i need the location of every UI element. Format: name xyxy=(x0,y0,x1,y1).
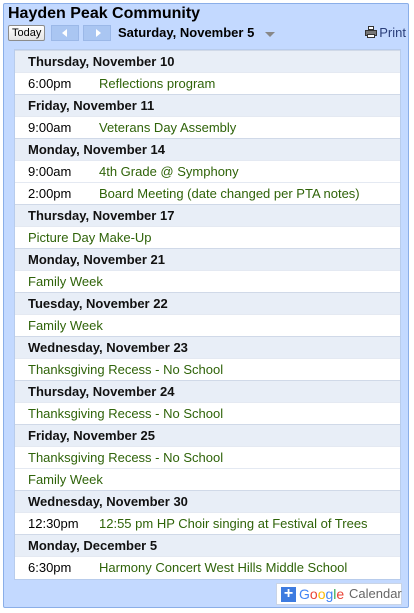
day-header: Friday, November 11 xyxy=(15,94,400,116)
calendar-word: Calendar xyxy=(349,586,402,601)
event-time: 9:00am xyxy=(28,164,72,179)
today-button[interactable]: Today xyxy=(8,25,46,41)
agenda-list[interactable]: Thursday, November 10 6:00pm Reflections p… xyxy=(14,49,401,580)
event-time: 6:00pm xyxy=(28,76,72,91)
event-title[interactable]: 12:55 pm HP Choir singing at Festival of… xyxy=(99,516,368,531)
previous-button[interactable] xyxy=(51,25,79,41)
day-header: Tuesday, November 22 xyxy=(15,292,400,314)
event-title[interactable]: Picture Day Make-Up xyxy=(28,230,152,245)
event-title[interactable]: Thanksgiving Recess - No School xyxy=(28,362,223,377)
day-header: Thursday, November 17 xyxy=(15,204,400,226)
day-header: Monday, November 21 xyxy=(15,248,400,270)
day-header: Monday, December 5 xyxy=(15,534,400,556)
event-title[interactable]: Board Meeting (date changed per PTA note… xyxy=(99,186,360,201)
google-logo: Google xyxy=(299,586,345,602)
event-title[interactable]: Family Week xyxy=(28,274,103,289)
printer-icon xyxy=(365,26,378,38)
event-row[interactable]: Family Week xyxy=(15,314,400,336)
date-range-label: Saturday, November 5 xyxy=(118,25,255,40)
event-row[interactable]: Family Week xyxy=(15,468,400,490)
event-row[interactable]: 9:00am Veterans Day Assembly xyxy=(15,116,400,138)
event-time: 12:30pm xyxy=(28,516,79,531)
event-time: 2:00pm xyxy=(28,186,72,201)
event-row[interactable]: Thanksgiving Recess - No School xyxy=(15,402,400,424)
event-title[interactable]: Reflections program xyxy=(99,76,215,91)
next-button[interactable] xyxy=(83,25,111,41)
arrow-right-icon xyxy=(96,29,101,37)
event-title[interactable]: Family Week xyxy=(28,318,103,333)
day-header: Friday, November 25 xyxy=(15,424,400,446)
event-row[interactable]: 2:00pm Board Meeting (date changed per PT… xyxy=(15,182,400,204)
calendar-title: Hayden Peak Community xyxy=(8,5,201,22)
print-button[interactable]: Print xyxy=(365,25,406,41)
add-to-google-calendar-button[interactable]: + Google Calendar xyxy=(276,583,402,605)
event-row[interactable]: Picture Day Make-Up xyxy=(15,226,400,248)
day-header: Thursday, November 10 xyxy=(15,50,400,72)
print-label: Print xyxy=(379,25,406,40)
event-title[interactable]: Veterans Day Assembly xyxy=(99,120,236,135)
plus-icon: + xyxy=(281,586,296,602)
navigation-bar: Today Saturday, November 5 Print xyxy=(8,24,406,42)
event-row[interactable]: Thanksgiving Recess - No School xyxy=(15,358,400,380)
arrow-left-icon xyxy=(62,29,67,37)
event-row[interactable]: Family Week xyxy=(15,270,400,292)
event-row[interactable]: 9:00am 4th Grade @ Symphony xyxy=(15,160,400,182)
event-time: 9:00am xyxy=(28,120,72,135)
event-time: 6:30pm xyxy=(28,560,72,575)
day-header: Wednesday, November 23 xyxy=(15,336,400,358)
day-header: Thursday, November 24 xyxy=(15,380,400,402)
event-title[interactable]: Harmony Concert West Hills Middle School xyxy=(99,560,347,575)
event-row[interactable]: 6:00pm Reflections program xyxy=(15,72,400,94)
day-header: Monday, November 14 xyxy=(15,138,400,160)
calendar-frame: Hayden Peak Community Today Saturday, No… xyxy=(3,3,409,608)
event-title[interactable]: 4th Grade @ Symphony xyxy=(99,164,239,179)
day-header: Wednesday, November 30 xyxy=(15,490,400,512)
event-title[interactable]: Thanksgiving Recess - No School xyxy=(28,406,223,421)
event-row[interactable]: 6:30pm Harmony Concert West Hills Middle … xyxy=(15,556,400,578)
event-row[interactable]: 12:30pm 12:55 pm HP Choir singing at Fest… xyxy=(15,512,400,534)
event-title[interactable]: Thanksgiving Recess - No School xyxy=(28,450,223,465)
event-row[interactable]: Thanksgiving Recess - No School xyxy=(15,446,400,468)
dropdown-arrow-icon[interactable] xyxy=(265,32,275,37)
event-title[interactable]: Family Week xyxy=(28,472,103,487)
